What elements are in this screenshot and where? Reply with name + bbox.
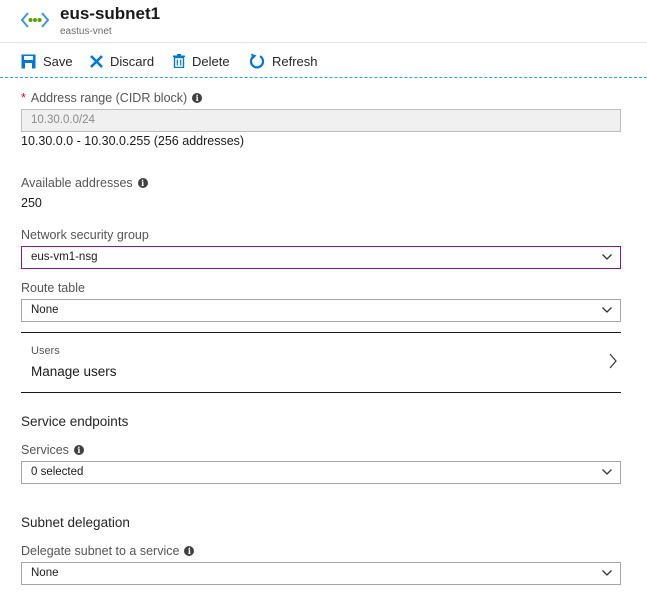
delete-label: Delete — [192, 53, 230, 69]
address-range-label: * Address range (CIDR block) i — [21, 91, 203, 105]
delegate-selected: None — [31, 567, 59, 579]
services-dropdown[interactable]: 0 selected — [21, 461, 621, 484]
delegate-label-text: Delegate subnet to a service — [21, 544, 180, 558]
subnet-delegation-heading: Subnet delegation — [21, 515, 130, 530]
available-addresses-label: Available addresses i — [21, 176, 148, 190]
command-bar: Save Discard Delete Refresh — [0, 43, 647, 78]
services-selected: 0 selected — [31, 466, 84, 478]
users-caption: Users — [31, 345, 60, 357]
close-icon — [90, 54, 103, 68]
discard-button[interactable]: Discard — [90, 52, 154, 70]
nsg-label: Network security group — [21, 228, 149, 242]
blade-header: eus-subnet1 eastus-vnet — [0, 0, 647, 43]
delegate-label: Delegate subnet to a service i — [21, 544, 195, 558]
address-range-summary: 10.30.0.0 - 10.30.0.255 (256 addresses) — [21, 134, 245, 148]
save-icon — [21, 54, 36, 69]
refresh-label: Refresh — [272, 53, 318, 69]
services-label-text: Services — [21, 443, 69, 457]
page-title: eus-subnet1 — [60, 4, 161, 23]
manage-users-link[interactable]: Users Manage users — [21, 332, 621, 393]
delete-button[interactable]: Delete — [173, 52, 230, 70]
save-button[interactable]: Save — [21, 52, 73, 70]
chevron-right-icon — [609, 353, 617, 369]
discard-label: Discard — [110, 53, 155, 69]
services-label: Services i — [21, 443, 84, 457]
available-addresses-label-text: Available addresses — [21, 176, 133, 190]
refresh-icon — [249, 53, 265, 69]
info-icon[interactable]: i — [73, 445, 84, 455]
chevron-down-icon — [602, 254, 612, 260]
subnet-icon — [20, 12, 50, 28]
service-endpoints-heading: Service endpoints — [21, 414, 129, 429]
info-icon[interactable]: i — [137, 178, 148, 188]
trash-icon — [173, 54, 185, 68]
chevron-down-icon — [602, 469, 612, 475]
delegate-dropdown[interactable]: None — [21, 562, 621, 585]
route-table-selected: None — [31, 304, 59, 316]
page-subtitle: eastus-vnet — [60, 26, 112, 37]
route-table-dropdown[interactable]: None — [21, 299, 621, 322]
nsg-dropdown[interactable]: eus-vm1-nsg — [21, 246, 621, 269]
refresh-button[interactable]: Refresh — [249, 52, 318, 70]
save-label: Save — [43, 53, 73, 69]
chevron-down-icon — [602, 570, 612, 576]
manage-users-text: Manage users — [31, 364, 117, 379]
required-indicator: * — [21, 91, 26, 105]
address-range-value: 10.30.0.0/24 — [31, 114, 95, 126]
address-range-input: 10.30.0.0/24 — [21, 109, 621, 132]
chevron-down-icon — [602, 307, 612, 313]
info-icon[interactable]: i — [192, 93, 203, 103]
available-addresses-value: 250 — [21, 196, 42, 210]
route-table-label: Route table — [21, 281, 85, 295]
nsg-selected: eus-vm1-nsg — [31, 251, 98, 263]
address-range-label-text: Address range (CIDR block) — [30, 91, 188, 105]
info-icon[interactable]: i — [184, 546, 195, 556]
